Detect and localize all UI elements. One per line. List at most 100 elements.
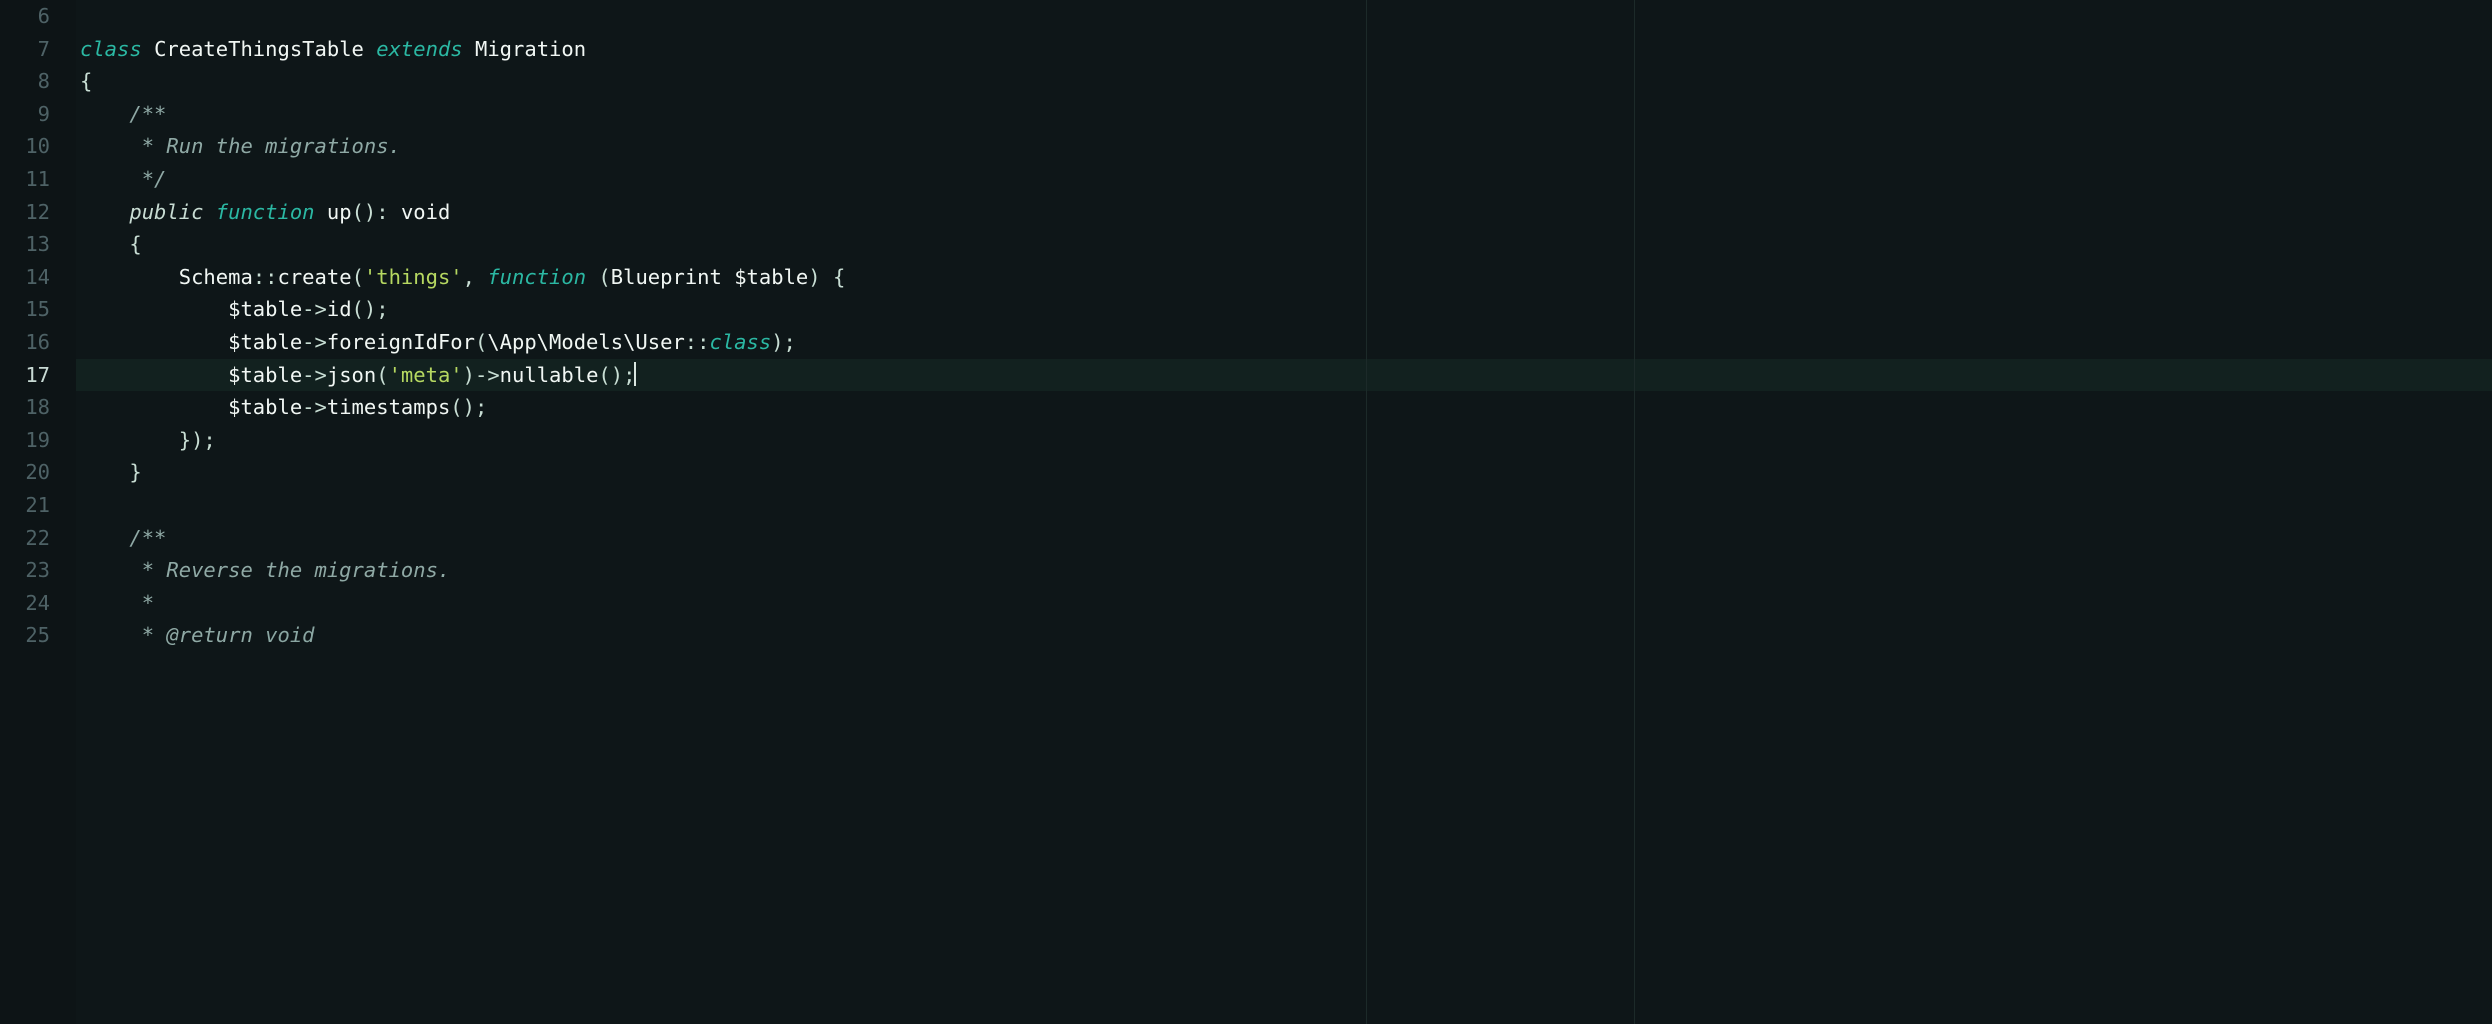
- code-line[interactable]: class CreateThingsTable extends Migratio…: [76, 33, 2492, 66]
- code-token: [364, 37, 376, 61]
- line-number-gutter: 678910111213141516171819202122232425: [0, 0, 76, 1024]
- code-token: up: [327, 200, 352, 224]
- code-token: ->: [302, 363, 327, 387]
- code-token: ) {: [808, 265, 845, 289]
- code-token: /**: [80, 526, 166, 550]
- line-number: 18: [0, 391, 50, 424]
- code-token: );: [771, 330, 796, 354]
- code-token: * Reverse the migrations.: [80, 558, 450, 582]
- code-line[interactable]: }: [76, 456, 2492, 489]
- code-token: $table: [228, 330, 302, 354]
- code-token: ::: [685, 330, 710, 354]
- code-line[interactable]: $table->id();: [76, 293, 2492, 326]
- code-token: [253, 623, 265, 647]
- code-line[interactable]: public function up(): void: [76, 196, 2492, 229]
- code-line[interactable]: * Run the migrations.: [76, 130, 2492, 163]
- code-line[interactable]: $table->timestamps();: [76, 391, 2492, 424]
- code-token: {: [80, 69, 92, 93]
- code-token: extends: [376, 37, 462, 61]
- code-token: nullable: [500, 363, 599, 387]
- code-token: }: [80, 460, 142, 484]
- ruler-1: [1366, 0, 1367, 1024]
- code-line[interactable]: {: [76, 65, 2492, 98]
- code-token: (: [475, 330, 487, 354]
- line-number: 7: [0, 33, 50, 66]
- code-token: [80, 395, 228, 419]
- line-number: 9: [0, 98, 50, 131]
- code-token: void: [401, 200, 450, 224]
- line-number: 19: [0, 424, 50, 457]
- code-token: $table: [228, 395, 302, 419]
- code-token: [463, 37, 475, 61]
- line-number: 16: [0, 326, 50, 359]
- code-line[interactable]: * @return void: [76, 619, 2492, 652]
- code-token: /**: [80, 102, 166, 126]
- code-token: [142, 37, 154, 61]
- code-token: [80, 297, 228, 321]
- code-line[interactable]: */: [76, 163, 2492, 196]
- code-token: Blueprint: [611, 265, 722, 289]
- code-line[interactable]: $table->foreignIdFor(\App\Models\User::c…: [76, 326, 2492, 359]
- code-token: id: [327, 297, 352, 321]
- code-token: public: [129, 200, 203, 224]
- code-token: [203, 200, 215, 224]
- line-number: 17: [0, 359, 50, 392]
- line-number: 22: [0, 522, 50, 555]
- line-number: 13: [0, 228, 50, 261]
- line-number: 24: [0, 587, 50, 620]
- code-line[interactable]: $table->json('meta')->nullable();: [76, 359, 2492, 392]
- code-token: [722, 265, 734, 289]
- line-number: 11: [0, 163, 50, 196]
- code-token: 'meta': [389, 363, 463, 387]
- line-number: 15: [0, 293, 50, 326]
- code-token: \App\Models\User: [487, 330, 684, 354]
- code-token: *: [80, 591, 154, 615]
- line-number: 23: [0, 554, 50, 587]
- code-line[interactable]: [76, 0, 2492, 33]
- code-editor[interactable]: 678910111213141516171819202122232425 cla…: [0, 0, 2492, 1024]
- line-number: 25: [0, 619, 50, 652]
- code-token: function: [487, 265, 586, 289]
- line-number: 12: [0, 196, 50, 229]
- line-number: 8: [0, 65, 50, 98]
- code-token: 'things': [364, 265, 463, 289]
- line-number: 6: [0, 0, 50, 33]
- code-token: (: [376, 363, 388, 387]
- code-token: });: [80, 428, 216, 452]
- code-token: ->: [302, 297, 327, 321]
- code-token: [80, 363, 228, 387]
- code-token: )->: [463, 363, 500, 387]
- code-token: timestamps: [327, 395, 450, 419]
- line-number: 21: [0, 489, 50, 522]
- code-token: json: [327, 363, 376, 387]
- line-number: 14: [0, 261, 50, 294]
- code-token: ():: [352, 200, 401, 224]
- code-token: ();: [352, 297, 389, 321]
- code-token: (: [352, 265, 364, 289]
- code-token: ->: [302, 330, 327, 354]
- code-line[interactable]: /**: [76, 98, 2492, 131]
- code-token: [80, 265, 179, 289]
- code-area[interactable]: class CreateThingsTable extends Migratio…: [76, 0, 2492, 1024]
- code-token: $table: [228, 363, 302, 387]
- code-token: ->: [302, 395, 327, 419]
- line-number: 20: [0, 456, 50, 489]
- code-token: {: [80, 232, 142, 256]
- code-token: $table: [734, 265, 808, 289]
- code-token: Schema: [179, 265, 253, 289]
- code-token: $table: [228, 297, 302, 321]
- code-line[interactable]: *: [76, 587, 2492, 620]
- code-token: create: [278, 265, 352, 289]
- code-token: [80, 200, 129, 224]
- code-line[interactable]: });: [76, 424, 2492, 457]
- code-token: class: [80, 37, 142, 61]
- code-token: CreateThingsTable: [154, 37, 364, 61]
- code-line[interactable]: Schema::create('things', function (Bluep…: [76, 261, 2492, 294]
- code-line[interactable]: [76, 489, 2492, 522]
- code-line[interactable]: * Reverse the migrations.: [76, 554, 2492, 587]
- code-line[interactable]: {: [76, 228, 2492, 261]
- code-token: void: [265, 623, 314, 647]
- code-line[interactable]: /**: [76, 522, 2492, 555]
- code-token: class: [709, 330, 771, 354]
- code-token: [315, 200, 327, 224]
